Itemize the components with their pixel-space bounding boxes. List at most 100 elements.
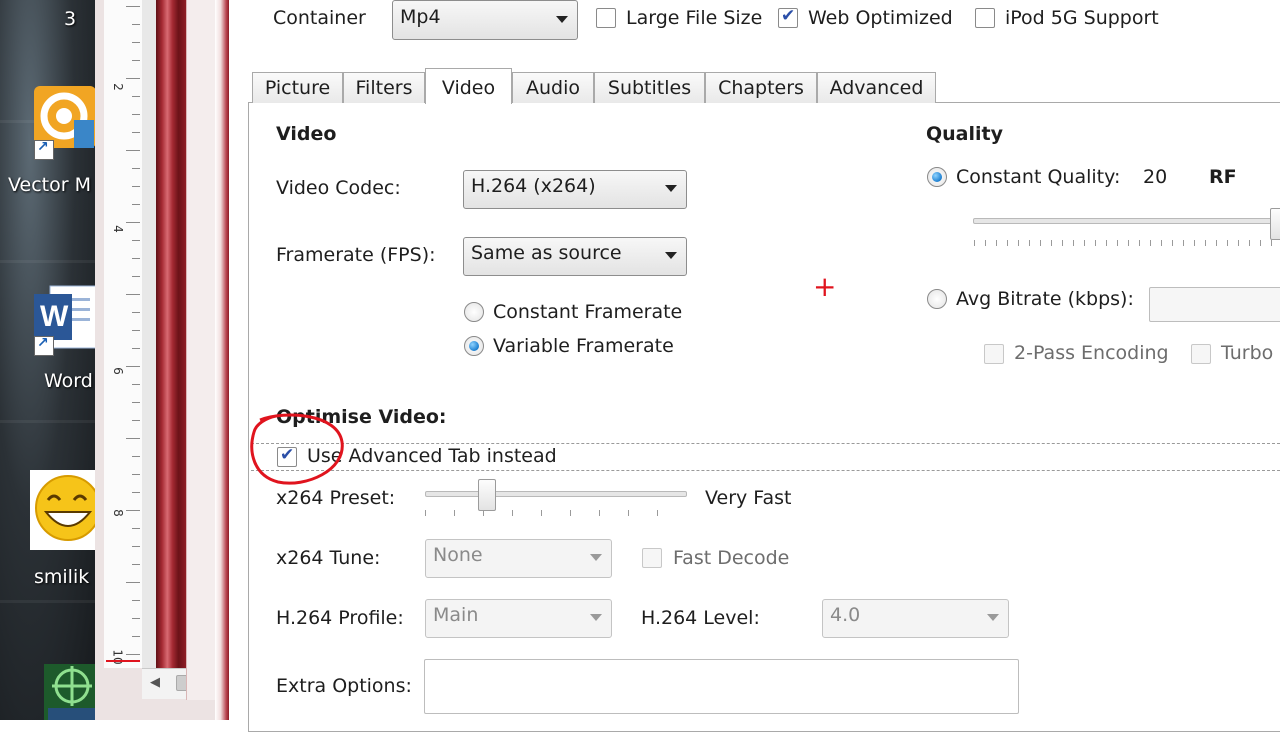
avg-bitrate-radio[interactable] xyxy=(927,289,947,309)
slider-tick xyxy=(1073,240,1074,246)
turbo-checkbox[interactable] xyxy=(1191,344,1211,364)
ruler-tick xyxy=(132,240,140,241)
constant-quality-value: 20 xyxy=(1143,166,1168,188)
chevron-down-icon xyxy=(590,614,602,621)
constant-framerate-radio[interactable] xyxy=(464,302,484,322)
vertical-scrollbar[interactable] xyxy=(142,0,157,668)
desktop-background: 3 Vector M W Word smilik xyxy=(0,0,100,720)
target-icon[interactable] xyxy=(44,664,100,720)
scroll-left-icon[interactable]: ◀ xyxy=(150,675,160,690)
constant-quality-radio[interactable] xyxy=(927,167,947,187)
ruler-number: 4 xyxy=(110,225,125,233)
tab-audio[interactable]: Audio xyxy=(512,72,594,103)
ruler-tick xyxy=(132,24,140,25)
desktop-icon-label[interactable]: Word xyxy=(44,370,93,392)
slider-tick xyxy=(996,240,997,246)
chevron-down-icon xyxy=(665,252,677,259)
slider-tick xyxy=(1150,240,1151,246)
h264-level-label: H.264 Level: xyxy=(641,607,760,629)
h264-profile-select[interactable]: Main xyxy=(425,599,612,638)
smiley-icon[interactable] xyxy=(30,470,100,550)
two-pass-checkbox[interactable] xyxy=(984,344,1004,364)
framerate-select[interactable]: Same as source xyxy=(463,237,687,276)
quality-slider-track[interactable] xyxy=(973,218,1280,224)
slider-tick xyxy=(1183,240,1184,246)
ruler-number: 8 xyxy=(110,509,125,517)
slider-tick xyxy=(1238,240,1239,246)
tab-filters[interactable]: Filters xyxy=(343,72,425,103)
fast-decode-label[interactable]: Fast Decode xyxy=(673,547,789,569)
slider-tick xyxy=(1062,240,1063,246)
x264-preset-label: x264 Preset: xyxy=(276,487,396,509)
ipod-support-checkbox[interactable] xyxy=(975,8,995,28)
large-file-size-checkbox[interactable] xyxy=(596,8,616,28)
slider-tick xyxy=(1271,240,1272,246)
slider-tick xyxy=(1216,240,1217,246)
preset-slider-thumb[interactable] xyxy=(478,479,496,511)
vector-magic-icon[interactable] xyxy=(30,82,100,160)
slider-tick xyxy=(1205,240,1206,246)
word-letter: W xyxy=(40,300,69,333)
slider-tick xyxy=(1018,240,1019,246)
container-select[interactable]: Mp4 xyxy=(392,0,578,40)
x264-tune-label: x264 Tune: xyxy=(276,547,381,569)
desktop-icon-label[interactable]: smilik xyxy=(34,566,89,588)
ruler-tick xyxy=(132,114,140,115)
constant-quality-label[interactable]: Constant Quality: xyxy=(956,166,1120,188)
ruler-tick xyxy=(126,78,140,79)
quality-heading: Quality xyxy=(926,123,1003,145)
chevron-down-icon xyxy=(665,185,677,192)
ruler-tick xyxy=(132,186,140,187)
extra-options-input[interactable] xyxy=(424,659,1019,714)
two-pass-label[interactable]: 2-Pass Encoding xyxy=(1014,342,1169,364)
web-optimized-label[interactable]: Web Optimized xyxy=(808,7,953,29)
x264-tune-value: None xyxy=(433,544,483,566)
ruler-tick xyxy=(132,330,140,331)
ruler-tick xyxy=(126,438,140,439)
slider-tick xyxy=(1106,240,1107,246)
ipod-support-label[interactable]: iPod 5G Support xyxy=(1005,7,1159,29)
avg-bitrate-label[interactable]: Avg Bitrate (kbps): xyxy=(956,288,1134,310)
ruler-tick xyxy=(132,402,140,403)
video-heading: Video xyxy=(276,123,337,145)
ruler-tick xyxy=(132,528,140,529)
desktop-number: 3 xyxy=(64,8,77,30)
ruler-tick xyxy=(132,276,140,277)
video-codec-select[interactable]: H.264 (x264) xyxy=(463,170,687,209)
desktop-icon-label[interactable]: Vector M xyxy=(8,174,91,196)
container-label: Container xyxy=(273,7,366,29)
slider-tick xyxy=(512,510,513,516)
variable-framerate-radio[interactable] xyxy=(464,336,484,356)
h264-level-select[interactable]: 4.0 xyxy=(822,599,1009,638)
slider-tick xyxy=(985,240,986,246)
ruler-tick xyxy=(126,294,140,295)
slider-tick xyxy=(541,510,542,516)
avg-bitrate-input[interactable] xyxy=(1149,287,1280,322)
fast-decode-checkbox[interactable] xyxy=(642,548,662,568)
rf-unit: RF xyxy=(1209,166,1237,188)
slider-tick xyxy=(1227,240,1228,246)
large-file-size-label[interactable]: Large File Size xyxy=(626,7,762,29)
tab-picture[interactable]: Picture xyxy=(252,72,343,103)
annotation-circle xyxy=(250,413,344,485)
ruler-tick xyxy=(126,6,140,7)
preset-slider-track[interactable] xyxy=(425,491,687,497)
slider-tick xyxy=(1117,240,1118,246)
constant-framerate-label[interactable]: Constant Framerate xyxy=(493,301,682,323)
variable-framerate-label[interactable]: Variable Framerate xyxy=(493,335,674,357)
tab-subtitles[interactable]: Subtitles xyxy=(594,72,705,103)
tab-video[interactable]: Video xyxy=(425,68,512,104)
ruler-tick xyxy=(126,510,140,511)
slider-tick xyxy=(974,240,975,246)
word-icon[interactable]: W xyxy=(32,280,98,358)
tab-advanced[interactable]: Advanced xyxy=(817,72,936,103)
web-optimized-checkbox[interactable] xyxy=(778,6,798,28)
ruler-tick xyxy=(132,420,140,421)
main-window-border xyxy=(215,0,229,720)
ruler-tick xyxy=(132,384,140,385)
x264-tune-select[interactable]: None xyxy=(425,539,612,578)
tab-chapters[interactable]: Chapters xyxy=(705,72,817,103)
document-page-edge xyxy=(156,0,186,668)
quality-slider-thumb[interactable] xyxy=(1270,208,1280,240)
turbo-label[interactable]: Turbo xyxy=(1221,342,1273,364)
